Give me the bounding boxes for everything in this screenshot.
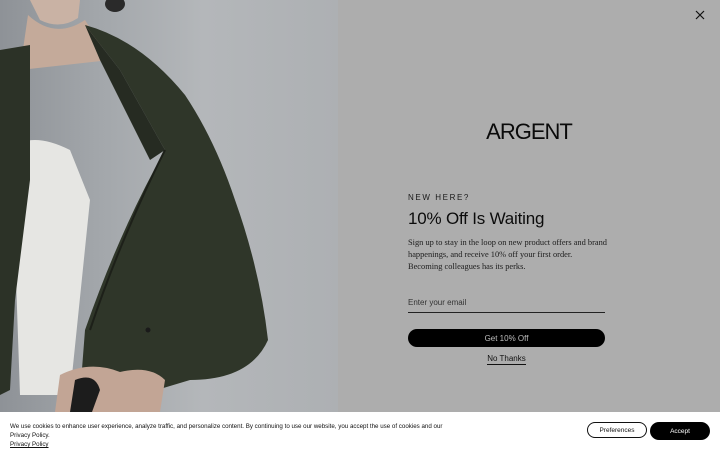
popup-eyebrow: NEW HERE? <box>408 193 470 202</box>
email-input[interactable] <box>408 292 605 313</box>
privacy-policy-link[interactable]: Privacy Policy <box>10 441 49 448</box>
close-icon <box>695 10 705 20</box>
popup-description: Sign up to stay in the loop on new produ… <box>408 238 607 271</box>
popup-heading: 10% Off Is Waiting <box>408 209 545 228</box>
cookie-banner: We use cookies to enhance user experienc… <box>0 412 720 450</box>
get-discount-button[interactable]: Get 10% Off <box>408 329 605 347</box>
model-in-blazer-image <box>0 0 268 412</box>
cookie-message: We use cookies to enhance user experienc… <box>10 422 450 449</box>
close-popup-button[interactable] <box>692 7 708 23</box>
newsletter-popup: ARGENT NEW HERE? 10% Off Is Waiting Sign… <box>338 0 720 412</box>
no-thanks-row: No Thanks <box>338 354 675 365</box>
hero-photo <box>0 0 338 412</box>
cookie-text: We use cookies to enhance user experienc… <box>10 423 443 439</box>
accept-cookies-button[interactable]: Accept <box>650 422 710 440</box>
brand-logo: ARGENT <box>486 119 573 144</box>
no-thanks-link[interactable]: No Thanks <box>487 354 526 365</box>
preferences-button[interactable]: Preferences <box>587 422 647 438</box>
